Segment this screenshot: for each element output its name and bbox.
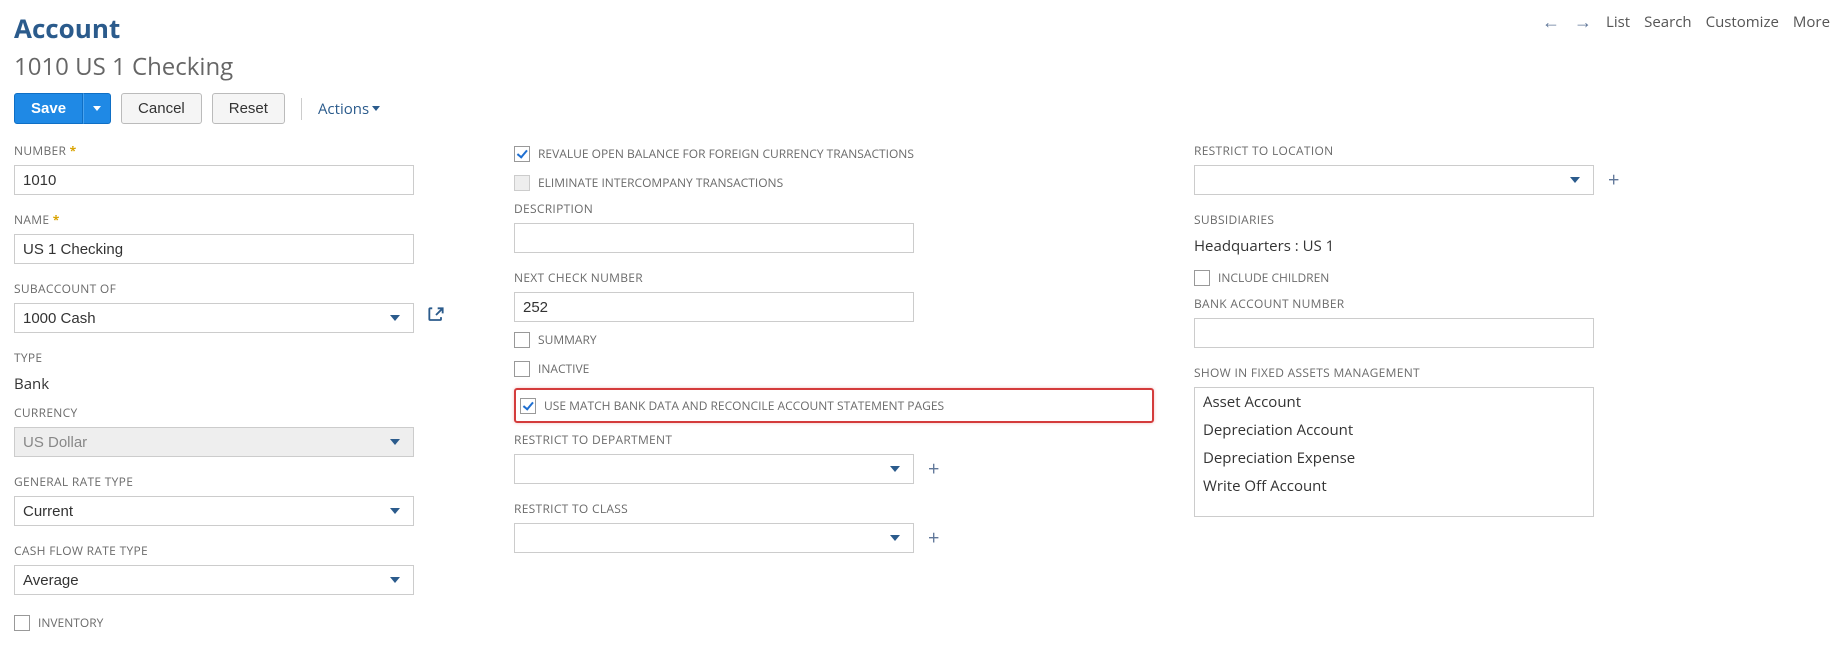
inventory-checkbox[interactable]	[14, 615, 30, 631]
open-in-new-icon[interactable]	[426, 305, 446, 331]
action-bar: Save Cancel Reset Actions	[14, 93, 1830, 124]
summary-label: SUMMARY	[538, 331, 597, 348]
nav-list-link[interactable]: List	[1606, 12, 1630, 32]
subaccount-select[interactable]	[14, 303, 414, 333]
revalue-checkbox[interactable]	[514, 146, 530, 162]
currency-label: CURRENCY	[14, 404, 474, 421]
add-dept-button[interactable]: +	[926, 459, 941, 479]
number-label: NUMBER	[14, 142, 474, 159]
summary-checkbox[interactable]	[514, 332, 530, 348]
eliminate-checkbox	[514, 175, 530, 191]
add-location-button[interactable]: +	[1606, 170, 1621, 190]
highlighted-region: USE MATCH BANK DATA AND RECONCILE ACCOUN…	[514, 388, 1154, 423]
reset-button[interactable]: Reset	[212, 93, 285, 124]
revalue-label: REVALUE OPEN BALANCE FOR FOREIGN CURRENC…	[538, 145, 914, 162]
next-check-input[interactable]	[514, 292, 914, 322]
description-input[interactable]	[514, 223, 914, 253]
subaccount-label: SUBACCOUNT OF	[14, 280, 474, 297]
include-children-label: INCLUDE CHILDREN	[1218, 269, 1329, 286]
name-input[interactable]	[14, 234, 414, 264]
number-input[interactable]	[14, 165, 414, 195]
divider	[301, 98, 302, 120]
currency-select	[14, 427, 414, 457]
description-label: DESCRIPTION	[514, 200, 1154, 217]
cash-flow-select[interactable]	[14, 565, 414, 595]
list-item[interactable]: Depreciation Expense	[1195, 444, 1593, 472]
restrict-dept-label: RESTRICT TO DEPARTMENT	[514, 431, 1154, 448]
currency-input	[14, 427, 414, 457]
nav-search-link[interactable]: Search	[1644, 12, 1692, 32]
record-title: 1010 US 1 Checking	[14, 50, 233, 83]
actions-menu[interactable]: Actions	[318, 99, 380, 119]
cash-flow-input[interactable]	[14, 565, 414, 595]
name-label: NAME	[14, 211, 474, 228]
type-label: TYPE	[14, 349, 474, 366]
subsidiaries-label: SUBSIDIARIES	[1194, 211, 1614, 228]
inactive-label: INACTIVE	[538, 360, 589, 377]
general-rate-input[interactable]	[14, 496, 414, 526]
save-dropdown-toggle[interactable]	[83, 93, 111, 124]
use-match-bank-checkbox[interactable]	[520, 398, 536, 414]
nav-more-link[interactable]: More	[1793, 12, 1830, 32]
restrict-class-select[interactable]	[514, 523, 914, 553]
bank-acct-input[interactable]	[1194, 318, 1594, 348]
inventory-label: INVENTORY	[38, 614, 103, 631]
restrict-class-input[interactable]	[514, 523, 914, 553]
list-item[interactable]: Asset Account	[1195, 388, 1593, 416]
cash-flow-label: CASH FLOW RATE TYPE	[14, 542, 474, 559]
add-class-button[interactable]: +	[926, 528, 941, 548]
restrict-loc-select[interactable]	[1194, 165, 1594, 195]
top-nav: ← → List Search Customize More	[1542, 10, 1830, 34]
list-item[interactable]: Depreciation Account	[1195, 416, 1593, 444]
caret-down-icon	[93, 106, 101, 111]
restrict-dept-input[interactable]	[514, 454, 914, 484]
caret-down-icon	[372, 106, 380, 111]
nav-back-icon[interactable]: ←	[1542, 10, 1560, 34]
restrict-dept-select[interactable]	[514, 454, 914, 484]
inactive-checkbox[interactable]	[514, 361, 530, 377]
nav-forward-icon[interactable]: →	[1574, 10, 1592, 34]
use-match-bank-label: USE MATCH BANK DATA AND RECONCILE ACCOUN…	[544, 397, 944, 414]
include-children-checkbox[interactable]	[1194, 270, 1210, 286]
cancel-button[interactable]: Cancel	[121, 93, 202, 124]
next-check-label: NEXT CHECK NUMBER	[514, 269, 1154, 286]
eliminate-label: ELIMINATE INTERCOMPANY TRANSACTIONS	[538, 174, 783, 191]
restrict-class-label: RESTRICT TO CLASS	[514, 500, 1154, 517]
general-rate-select[interactable]	[14, 496, 414, 526]
restrict-loc-input[interactable]	[1194, 165, 1594, 195]
subsidiaries-value: Headquarters : US 1	[1194, 234, 1614, 260]
general-rate-label: GENERAL RATE TYPE	[14, 473, 474, 490]
subaccount-input[interactable]	[14, 303, 414, 333]
type-value: Bank	[14, 372, 474, 398]
show-in-fam-label: SHOW IN FIXED ASSETS MANAGEMENT	[1194, 364, 1614, 381]
save-button[interactable]: Save	[14, 93, 83, 124]
fam-multi-select[interactable]: Asset Account Depreciation Account Depre…	[1194, 387, 1594, 517]
list-item[interactable]: Write Off Account	[1195, 472, 1593, 500]
actions-menu-label: Actions	[318, 99, 369, 119]
bank-acct-label: BANK ACCOUNT NUMBER	[1194, 295, 1614, 312]
page-title: Account	[14, 10, 233, 46]
nav-customize-link[interactable]: Customize	[1706, 12, 1779, 32]
restrict-loc-label: RESTRICT TO LOCATION	[1194, 142, 1614, 159]
